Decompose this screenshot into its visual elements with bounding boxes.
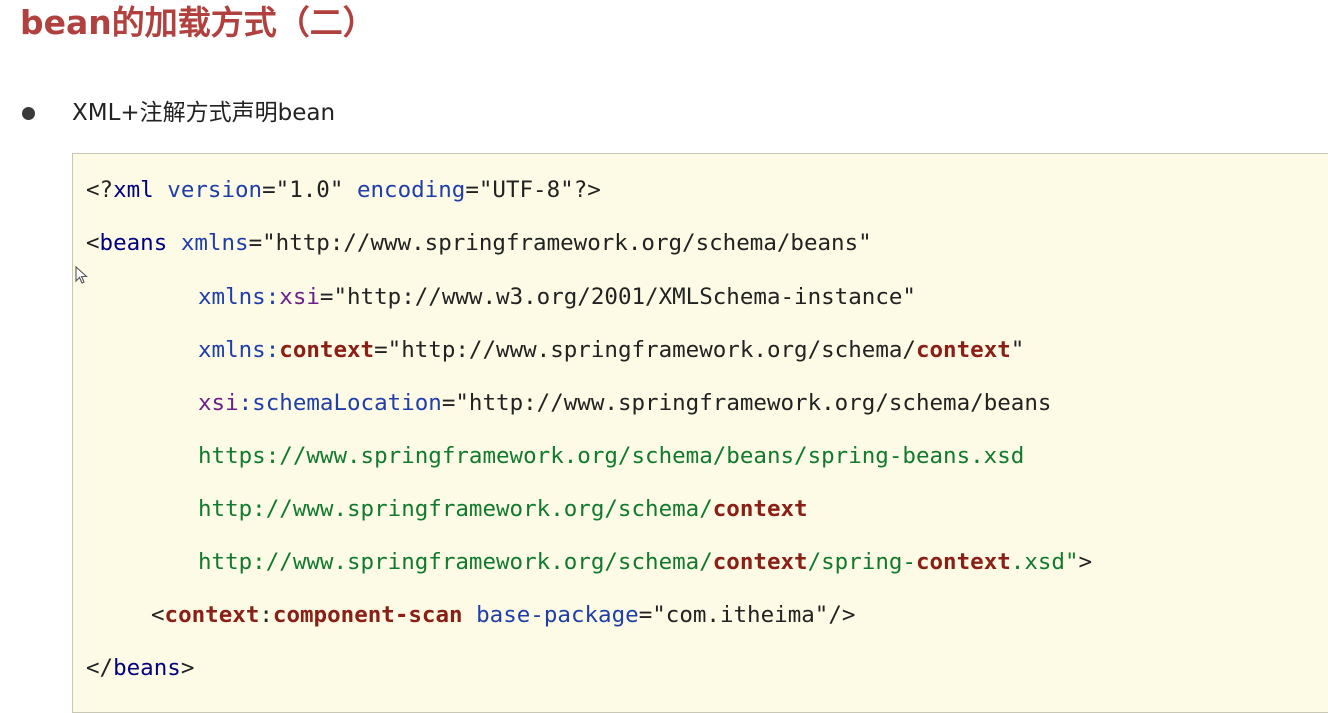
slide-title: bean的加载方式（二）	[20, 3, 376, 42]
code-line-4: xmlns:context="http://www.springframewor…	[198, 337, 1025, 363]
mouse-cursor-icon	[75, 266, 88, 284]
code-line-5: xsi:schemaLocation="http://www.springfra…	[198, 390, 1052, 416]
code-line-8: http://www.springframework.org/schema/co…	[198, 549, 1093, 575]
code-line-1: <?xml version="1.0" encoding="UTF-8"?>	[86, 177, 601, 203]
bullet-icon	[22, 107, 35, 120]
code-line-2: <beans xmlns="http://www.springframework…	[86, 230, 872, 256]
bullet-text: XML+注解方式声明bean	[72, 100, 336, 126]
code-line-3: xmlns:xsi="http://www.w3.org/2001/XMLSch…	[198, 284, 916, 310]
code-line-10: </beans>	[86, 655, 195, 681]
code-line-9: <context:component-scan base-package="co…	[151, 602, 856, 628]
code-line-6: https://www.springframework.org/schema/b…	[198, 443, 1025, 469]
code-line-7: http://www.springframework.org/schema/co…	[198, 496, 808, 522]
